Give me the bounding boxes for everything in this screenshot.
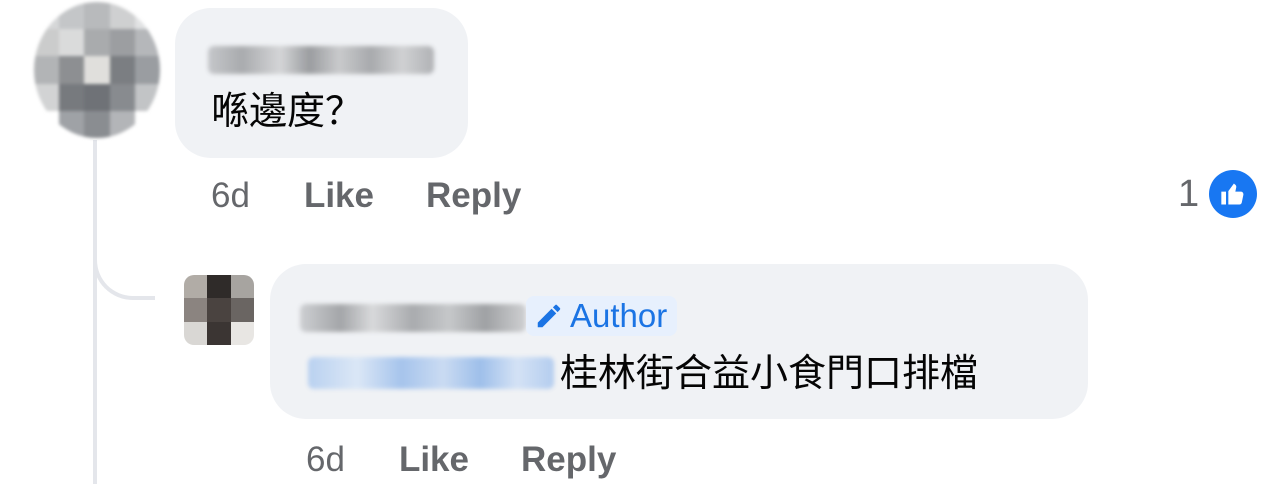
reply-text: 桂林街合益小食門口排檔 [560, 353, 979, 395]
like-thumbs-up-icon [1209, 170, 1258, 218]
reply-actions: 6d Like Reply [306, 440, 668, 480]
comment-timestamp[interactable]: 6d [211, 176, 250, 216]
mentioned-user-link[interactable] [308, 357, 554, 389]
comment-thread: 喺邊度？ 6d Like Reply 1 Author 桂林街合益小食門口排檔 … [0, 0, 1284, 484]
reply-reply-button[interactable]: Reply [521, 440, 616, 480]
reply-timestamp[interactable]: 6d [306, 440, 345, 480]
reply-connector-elbow [93, 240, 155, 300]
author-badge: Author [526, 296, 678, 336]
comment-text: 喺邊度？ [211, 91, 364, 133]
comment-bubble: 喺邊度？ [175, 8, 468, 158]
author-badge-label: Author [570, 297, 668, 334]
reply-button[interactable]: Reply [426, 176, 521, 216]
comment-actions: 6d Like Reply [211, 176, 573, 216]
thread-connector-line [93, 140, 97, 484]
reaction-summary[interactable]: 1 [1178, 170, 1258, 218]
reply-author-avatar[interactable] [184, 275, 254, 345]
commenter-name[interactable] [208, 46, 434, 74]
pencil-icon [534, 301, 564, 331]
commenter-avatar[interactable] [34, 2, 160, 138]
reply-like-button[interactable]: Like [399, 440, 469, 480]
reply-author-name[interactable] [300, 304, 526, 332]
like-button[interactable]: Like [304, 176, 374, 216]
reaction-count: 1 [1178, 172, 1200, 215]
